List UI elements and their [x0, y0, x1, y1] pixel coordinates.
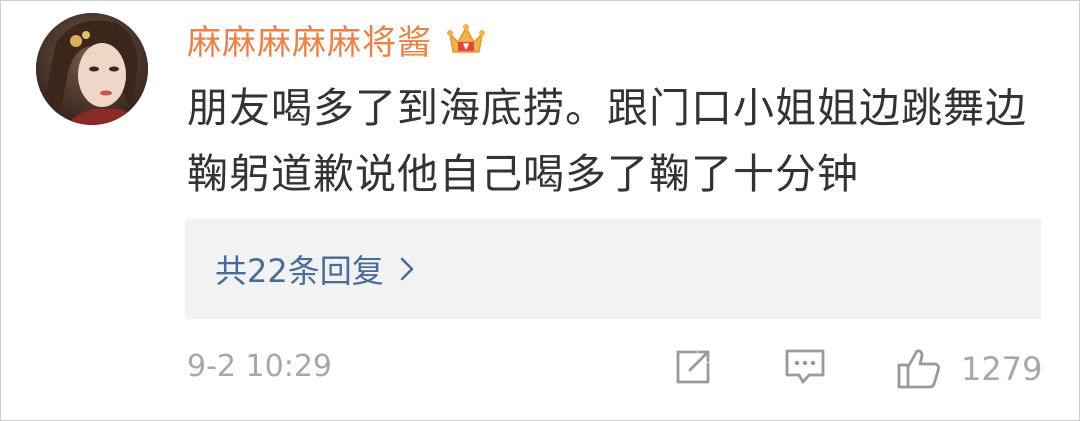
comment-button[interactable] [783, 347, 827, 387]
comment-card: 麻麻麻麻麻将酱 朋友喝多了到海底捞。跟门口小姐姐边跳舞边鞠躬道歉说他自己喝多了鞠… [0, 0, 1080, 421]
comment-icon [785, 349, 825, 384]
chevron-right-icon [400, 257, 413, 281]
avatar-image [36, 13, 148, 125]
replies-label: 共22条回复 [215, 252, 384, 290]
share-button[interactable] [673, 347, 713, 387]
thumbs-up-icon [897, 349, 940, 389]
timestamp: 9-2 10:29 [187, 349, 332, 384]
comment-text: 朋友喝多了到海底捞。跟门口小姐姐边跳舞边鞠躬道歉说他自己喝多了鞠了十分钟 [187, 84, 1027, 198]
username[interactable]: 麻麻麻麻麻将酱 [187, 15, 432, 64]
replies-box[interactable]: 共22条回复 [185, 219, 1041, 319]
view-replies-link[interactable]: 共22条回复 [215, 246, 414, 292]
like-button[interactable]: 1279 [895, 347, 1042, 391]
vip-crown-icon [447, 24, 485, 53]
like-count: 1279 [961, 350, 1043, 388]
share-icon [676, 350, 710, 384]
avatar[interactable] [36, 13, 148, 125]
username-row: 麻麻麻麻麻将酱 [187, 15, 486, 63]
